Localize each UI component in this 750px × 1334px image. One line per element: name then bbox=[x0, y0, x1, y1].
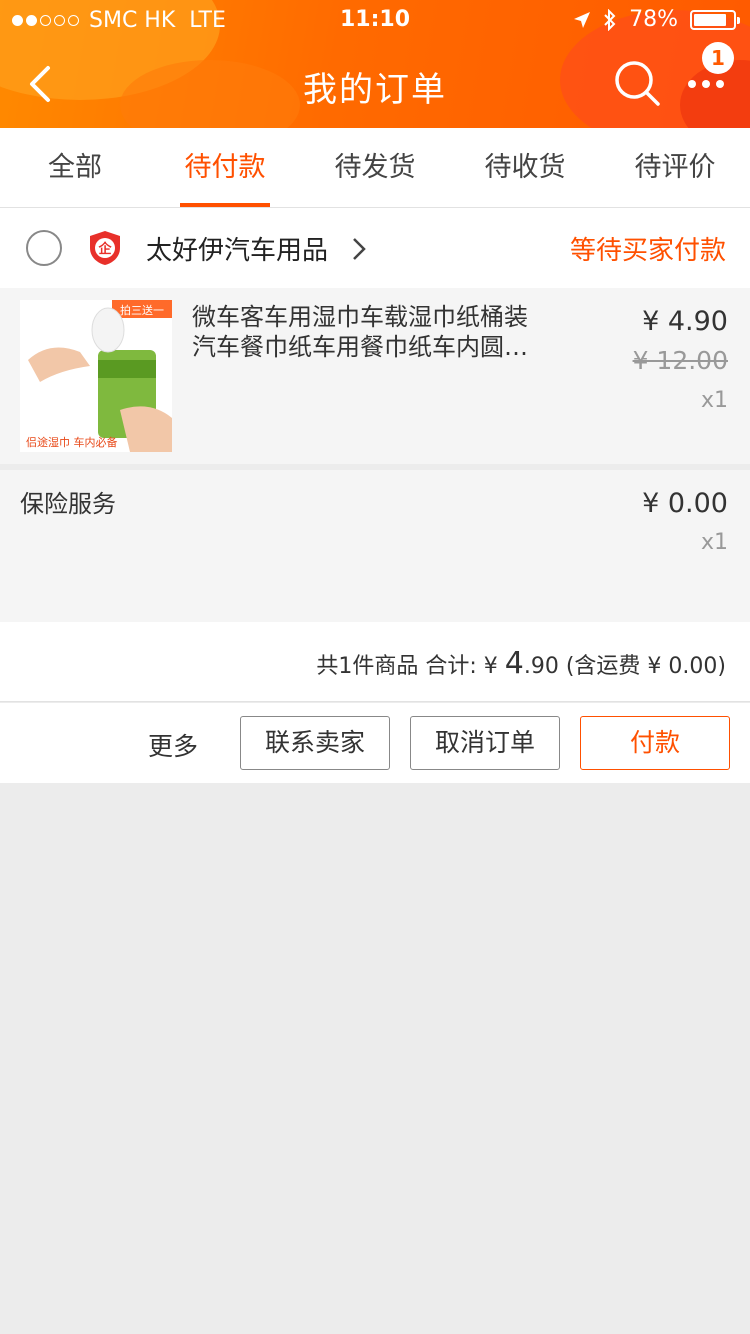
tab-1[interactable]: 待付款 bbox=[150, 128, 300, 207]
insurance-row: 保险服务 ¥ 0.00 x1 bbox=[0, 470, 750, 622]
location-arrow-icon bbox=[574, 11, 591, 28]
total-decimal: .90 bbox=[523, 654, 559, 679]
tab-3[interactable]: 待收货 bbox=[450, 128, 600, 207]
order-tabs: 全部 待付款 待发货 待收货 待评价 bbox=[0, 128, 750, 208]
insurance-price: ¥ 0.00 bbox=[642, 488, 728, 519]
chevron-right-icon[interactable] bbox=[350, 236, 368, 262]
item-original-price: ¥ 12.00 bbox=[632, 346, 728, 375]
header: SMC HK LTE 11:10 78% 我的订单 1 bbox=[0, 0, 750, 128]
item-title[interactable]: 微车客车用湿巾车载湿巾纸桶装 汽车餐巾纸车用餐巾纸车内圆… bbox=[192, 302, 572, 362]
total-prefix: 共1件商品 合计: ¥ bbox=[316, 654, 505, 679]
total-integer: 4 bbox=[504, 646, 524, 681]
shipping-note: (含运费 ¥ 0.00) bbox=[558, 654, 726, 679]
pay-button[interactable]: 付款 bbox=[580, 716, 730, 770]
tab-4[interactable]: 待评价 bbox=[600, 128, 750, 207]
order-summary: 共1件商品 合计: ¥ 4.90 (含运费 ¥ 0.00) bbox=[0, 622, 750, 702]
enterprise-shop-icon: 企 bbox=[90, 231, 120, 265]
order-actions: 更多 联系卖家 取消订单 付款 bbox=[0, 703, 750, 783]
insurance-quantity: x1 bbox=[700, 530, 728, 555]
battery-icon bbox=[690, 9, 740, 30]
item-quantity: x1 bbox=[700, 388, 728, 413]
bluetooth-icon bbox=[604, 8, 616, 31]
svg-text:侣途湿巾 车内必备: 侣途湿巾 车内必备 bbox=[26, 435, 118, 449]
battery-percent: 78% bbox=[629, 7, 678, 32]
tab-0[interactable]: 全部 bbox=[0, 128, 150, 207]
tab-2[interactable]: 待发货 bbox=[300, 128, 450, 207]
shop-row[interactable]: 企 太好伊汽车用品 等待买家付款 bbox=[0, 208, 750, 288]
product-thumbnail[interactable]: 拍三送一 侣途湿巾 车内必备 bbox=[20, 300, 172, 452]
search-icon[interactable] bbox=[612, 58, 662, 108]
item-title-line1: 微车客车用湿巾车载湿巾纸桶装 bbox=[192, 303, 528, 331]
order-total: 共1件商品 合计: ¥ 4.90 (含运费 ¥ 0.00) bbox=[316, 646, 726, 681]
order-status: 等待买家付款 bbox=[569, 236, 726, 266]
contact-seller-button[interactable]: 联系卖家 bbox=[240, 716, 390, 770]
notification-badge: 1 bbox=[702, 42, 734, 74]
select-radio[interactable] bbox=[26, 230, 62, 266]
svg-text:拍三送一: 拍三送一 bbox=[120, 303, 164, 317]
nav-bar: 我的订单 1 bbox=[0, 40, 750, 128]
insurance-label: 保险服务 bbox=[20, 490, 116, 518]
more-link[interactable]: 更多 bbox=[148, 727, 198, 763]
item-title-line2: 汽车餐巾纸车用餐巾纸车内圆… bbox=[192, 333, 528, 361]
item-price: ¥ 4.90 bbox=[642, 306, 728, 337]
more-dots-icon[interactable] bbox=[686, 72, 726, 96]
status-bar: SMC HK LTE 11:10 78% bbox=[0, 0, 750, 40]
product-image: 拍三送一 侣途湿巾 车内必备 bbox=[20, 300, 172, 452]
cancel-order-button[interactable]: 取消订单 bbox=[410, 716, 560, 770]
shop-name[interactable]: 太好伊汽车用品 bbox=[146, 230, 328, 267]
svg-text:企: 企 bbox=[97, 241, 112, 257]
order-item[interactable]: 拍三送一 侣途湿巾 车内必备 微车客车用湿巾车载湿巾纸桶装 汽车餐巾纸车用餐巾纸… bbox=[0, 288, 750, 464]
